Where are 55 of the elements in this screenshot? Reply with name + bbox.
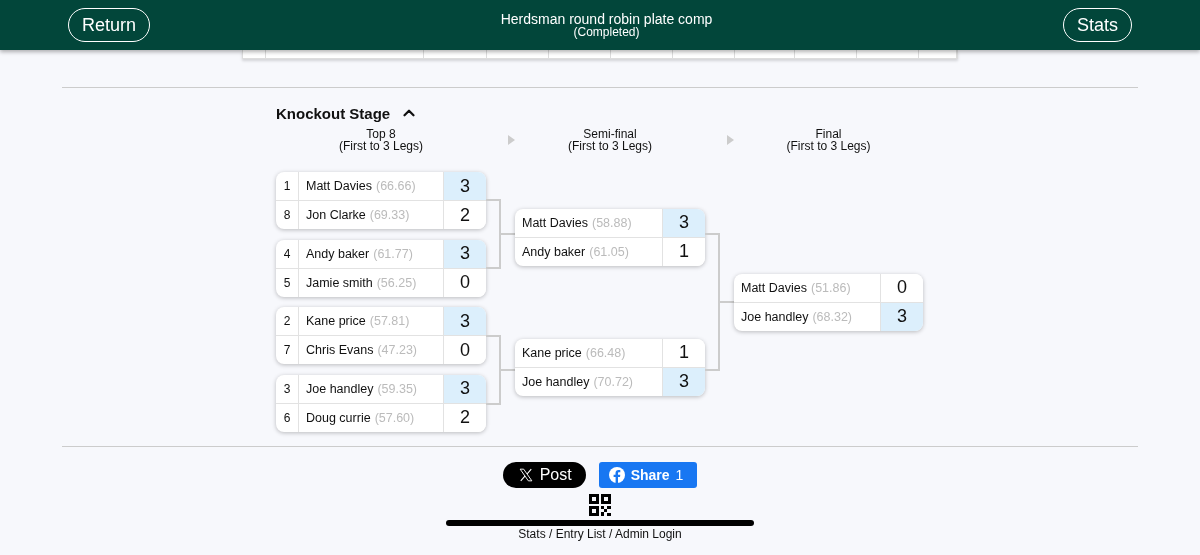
player-name: Kane price (66.48) <box>521 344 627 362</box>
seed-number: 5 <box>276 268 299 297</box>
score-cell: 1 <box>662 338 705 367</box>
player-name: Chris Evans (47.23) <box>305 342 418 360</box>
score-cell: 0 <box>880 273 923 302</box>
score-cell: 3 <box>662 367 705 396</box>
round-name: Final <box>815 128 842 140</box>
facebook-share-button[interactable]: Share 1 <box>598 462 698 488</box>
score-cell: 3 <box>443 172 486 200</box>
player-name: Andy baker (61.77) <box>305 245 414 263</box>
player-name: Kane price (57.81) <box>305 313 411 331</box>
triangle-icon <box>727 135 734 145</box>
facebook-logo-icon <box>608 467 625 483</box>
score-cell: 0 <box>443 268 486 297</box>
round-format: (First to 3 Legs) <box>786 140 871 152</box>
knockout-stage-toggle[interactable]: Knockout Stage <box>276 104 419 122</box>
score-cell: 3 <box>443 374 486 403</box>
footer-links: Stats / Entry List / Admin Login <box>518 527 682 541</box>
score-cell: 0 <box>443 336 486 365</box>
round-name: Semi-final <box>583 128 637 140</box>
round-format: (First to 3 Legs) <box>339 140 423 152</box>
seed-number: 4 <box>276 239 299 268</box>
seed-number: 8 <box>276 201 299 229</box>
competition-title: Herdsman round robin plate comp <box>500 12 713 26</box>
seed-number: 7 <box>276 336 299 365</box>
score-cell: 3 <box>443 239 486 268</box>
seed-number: 6 <box>276 403 299 432</box>
score-cell: 3 <box>662 208 705 237</box>
score-cell: 3 <box>880 302 923 331</box>
player-name: Andy baker (61.05) <box>521 243 630 261</box>
seed-number: 2 <box>276 307 299 336</box>
player-name: Jon Clarke (69.33) <box>305 207 411 224</box>
player-name: Matt Davies (51.86) <box>740 279 852 297</box>
seed-number: 1 <box>276 172 299 200</box>
round-name: Top 8 <box>366 128 396 140</box>
player-name: Joe handley (59.35) <box>305 380 419 398</box>
score-cell: 3 <box>443 307 486 336</box>
round-format: (First to 3 Legs) <box>568 140 652 152</box>
competition-status: (Completed) <box>573 26 640 38</box>
bracket-connector <box>486 199 515 269</box>
player-name: Joe handley (70.72) <box>521 373 635 391</box>
player-name: Doug currie (57.60) <box>305 409 416 427</box>
player-name: Matt Davies (58.88) <box>521 214 633 232</box>
score-cell: 2 <box>443 201 486 229</box>
x-logo-icon <box>518 468 533 482</box>
player-name: Jamie smith (56.25) <box>305 274 418 292</box>
qr-code-icon[interactable] <box>589 494 611 516</box>
seed-number: 3 <box>276 374 299 403</box>
bracket-connector <box>486 335 515 405</box>
player-name: Matt Davies (66.66) <box>305 178 417 195</box>
score-cell: 2 <box>443 403 486 432</box>
x-post-button[interactable]: Post <box>502 462 586 488</box>
player-name: Joe handley (68.32) <box>740 308 854 326</box>
triangle-icon <box>508 135 515 145</box>
score-cell: 1 <box>662 237 705 266</box>
